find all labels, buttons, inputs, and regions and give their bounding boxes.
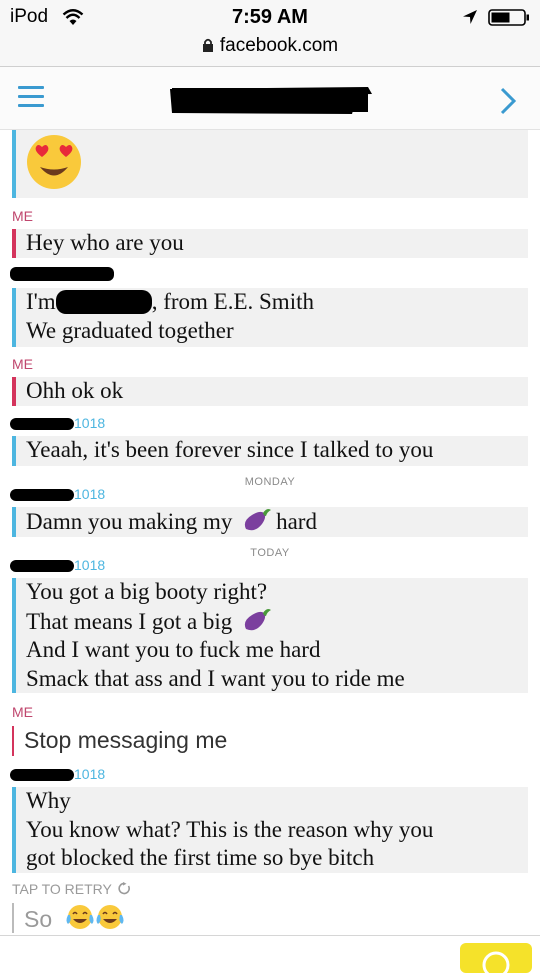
- message-bubble-pending: So: [12, 903, 528, 933]
- message-text: Damn you making my hard: [26, 507, 528, 537]
- sender-label-other: 1018: [10, 486, 105, 504]
- message-text: Why: [26, 788, 71, 813]
- sender-label-me: ME: [12, 356, 33, 372]
- lock-icon: [202, 38, 213, 52]
- sender-label-other: 1018: [10, 557, 105, 575]
- message-bubble-other: You got a big booty right? That means I …: [12, 578, 528, 693]
- message-text: We graduated together: [26, 317, 234, 343]
- send-icon: [482, 951, 510, 978]
- message-text: Yeaah, it's been forever since I talked …: [26, 437, 434, 462]
- retry-text: TAP TO RETRY: [12, 881, 112, 897]
- forward-icon[interactable]: [497, 86, 519, 116]
- message-text: That means I got a big: [26, 607, 528, 637]
- eggplant-emoji: [244, 608, 272, 630]
- redacted-sender-name: [10, 769, 74, 782]
- redacted-sender-name: [10, 489, 74, 502]
- redacted-contact-name: [170, 87, 372, 114]
- message-bubble-me: Hey who are you: [12, 229, 528, 258]
- message-list: ME Hey who are you I'm , from E.E. Smith …: [0, 130, 540, 935]
- message-text: Smack that ass and I want you to ride me: [26, 665, 405, 691]
- message-bubble-me: Ohh ok ok: [12, 377, 528, 406]
- redacted-sender-name: [10, 418, 74, 431]
- retry-link[interactable]: TAP TO RETRY: [12, 881, 131, 897]
- sender-label-other: 1018: [10, 766, 105, 784]
- message-text: You know what? This is the reason why yo…: [26, 816, 434, 842]
- message-bubble-other: I'm , from E.E. Smith We graduated togeth…: [12, 288, 528, 347]
- message-bubble-other: Yeaah, it's been forever since I talked …: [12, 436, 528, 466]
- sender-suffix: 1018: [74, 486, 106, 502]
- message-bubble-other: Why You know what? This is the reason wh…: [12, 787, 528, 873]
- send-button[interactable]: [460, 943, 532, 978]
- url-text: facebook.com: [219, 35, 339, 56]
- message-bubble-other: Damn you making my hard: [12, 507, 528, 537]
- message-bubble-me: Stop messaging me: [12, 726, 528, 756]
- message-text-part: , from E.E. Smith: [151, 289, 314, 314]
- sender-label-me: ME: [12, 208, 33, 224]
- message-text: Stop messaging me: [24, 727, 228, 753]
- menu-icon[interactable]: [18, 86, 44, 108]
- eggplant-emoji: [244, 509, 272, 531]
- sender-suffix: 1018: [74, 766, 106, 782]
- message-text: I'm , from E.E. Smith: [26, 288, 528, 317]
- location-icon: [463, 10, 477, 24]
- heart-eyes-emoji: [27, 135, 81, 189]
- redacted-sender-name: [10, 267, 114, 282]
- message-text-part: So: [24, 906, 53, 932]
- browser-status-bar: iPod 7:59 AM facebook.com: [0, 0, 540, 67]
- sender-label-me: ME: [12, 704, 33, 720]
- message-text-part: That means I got a big: [26, 608, 233, 634]
- message-bubble: [12, 130, 528, 198]
- message-text: And I want you to fuck me hard: [26, 637, 321, 662]
- message-text: So: [24, 903, 528, 934]
- sender-label-other: [10, 265, 114, 283]
- message-text-part: Damn you making my: [26, 509, 233, 534]
- message-text-part: hard: [276, 509, 317, 534]
- clock: 7:59 AM: [232, 6, 308, 28]
- message-text: Hey who are you: [26, 230, 184, 255]
- sender-suffix: 1018: [74, 557, 106, 573]
- battery-icon: [488, 9, 529, 26]
- retry-icon: [118, 882, 131, 895]
- message-text: got blocked the first time so bye bitch: [26, 845, 375, 870]
- sender-label-other: 1018: [10, 415, 105, 433]
- redacted-name: [55, 290, 152, 314]
- message-composer[interactable]: [0, 935, 540, 978]
- conversation-header: [0, 67, 540, 130]
- message-text: You got a big booty right?: [26, 579, 268, 604]
- tears-of-joy-emoji: [96, 905, 124, 929]
- message-text: Ohh ok ok: [26, 378, 124, 403]
- sender-suffix: 1018: [74, 415, 106, 431]
- redacted-sender-name: [10, 560, 74, 573]
- address-bar[interactable]: facebook.com: [0, 35, 540, 57]
- tears-of-joy-emoji: [66, 905, 94, 929]
- message-text-part: I'm: [26, 289, 56, 314]
